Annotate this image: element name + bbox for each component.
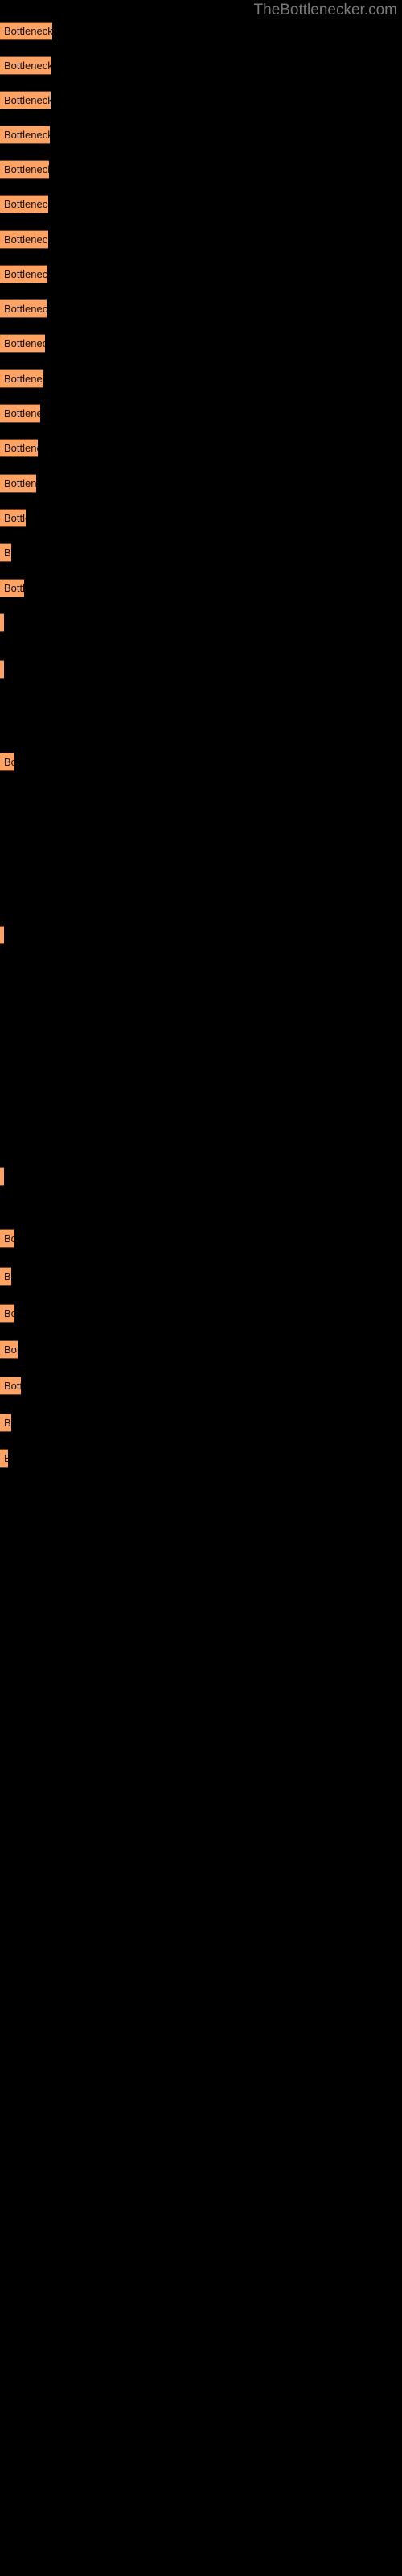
bar-rect — [0, 926, 4, 944]
bar-clip: Bottleneck result for — [0, 195, 48, 213]
bar-clip: Bottleneck result for — [0, 1377, 21, 1395]
bar-clip: Bottleneck result for — [0, 926, 4, 944]
bar-rect — [0, 660, 4, 679]
bar-clip: Bottleneck result for — [0, 91, 51, 109]
bar-clip: Bottleneck result for — [0, 1167, 4, 1186]
bar-rect — [0, 439, 38, 457]
bar-clip: Bottleneck result for — [0, 56, 51, 75]
bar-clip: Bottleneck result for — [0, 509, 26, 527]
bar-rect — [0, 509, 26, 527]
bar-clip: Bottleneck result for — [0, 660, 4, 679]
bar-rect — [0, 91, 51, 109]
bar-rect — [0, 1340, 18, 1359]
bar-clip: Bottleneck result for — [0, 1414, 11, 1432]
bar-clip: Bottleneck result for — [0, 299, 47, 318]
bar-chart: TheBottlenecker.com Bottleneck result fo… — [0, 0, 402, 2576]
bar-rect — [0, 22, 52, 40]
bar-rect — [0, 230, 48, 249]
bar-rect — [0, 265, 47, 283]
bar-rect — [0, 56, 51, 75]
bar-clip: Bottleneck result for — [0, 579, 24, 597]
bar-rect — [0, 195, 48, 213]
bar-rect — [0, 1304, 14, 1323]
bar-clip: Bottleneck result for — [0, 1304, 14, 1323]
bar-clip: Bottleneck result for — [0, 543, 11, 562]
bar-clip: Bottleneck result for — [0, 1449, 8, 1468]
bar-rect — [0, 543, 11, 562]
bar-clip: Bottleneck result for — [0, 126, 50, 144]
bar-rect — [0, 753, 14, 771]
bar-clip: Bottleneck result for — [0, 160, 49, 179]
bar-rect — [0, 369, 43, 388]
bar-clip: Bottleneck result for — [0, 22, 52, 40]
bar-rect — [0, 1377, 21, 1395]
bar-rect — [0, 1229, 14, 1248]
bar-clip: Bottleneck result for — [0, 1229, 14, 1248]
bar-rect — [0, 126, 50, 144]
bar-clip: Bottleneck result for — [0, 334, 45, 353]
bar-clip: Bottleneck result for — [0, 439, 38, 457]
bar-rect — [0, 1414, 11, 1432]
bar-rect — [0, 299, 47, 318]
bar-clip: Bottleneck result for — [0, 404, 40, 423]
bar-rect — [0, 160, 49, 179]
bar-rect — [0, 613, 4, 632]
bar-clip: Bottleneck result for — [0, 1340, 18, 1359]
bar-clip: Bottleneck result for — [0, 230, 48, 249]
bar-clip: Bottleneck result for — [0, 265, 47, 283]
bar-rect — [0, 1167, 4, 1186]
bar-rect — [0, 579, 24, 597]
bar-rect — [0, 1449, 8, 1468]
bar-clip: Bottleneck result for — [0, 1267, 11, 1286]
bar-rect — [0, 1267, 11, 1286]
bar-clip: Bottleneck result for — [0, 613, 4, 632]
bar-clip: Bottleneck result for — [0, 369, 43, 388]
bar-rect — [0, 334, 45, 353]
bar-clip: Bottleneck result for — [0, 753, 14, 771]
bar-clip: Bottleneck result for — [0, 474, 36, 493]
bar-rect — [0, 404, 40, 423]
bar-rect — [0, 474, 36, 493]
bars-layer: Bottleneck result for Bottleneck result f… — [0, 0, 402, 2576]
